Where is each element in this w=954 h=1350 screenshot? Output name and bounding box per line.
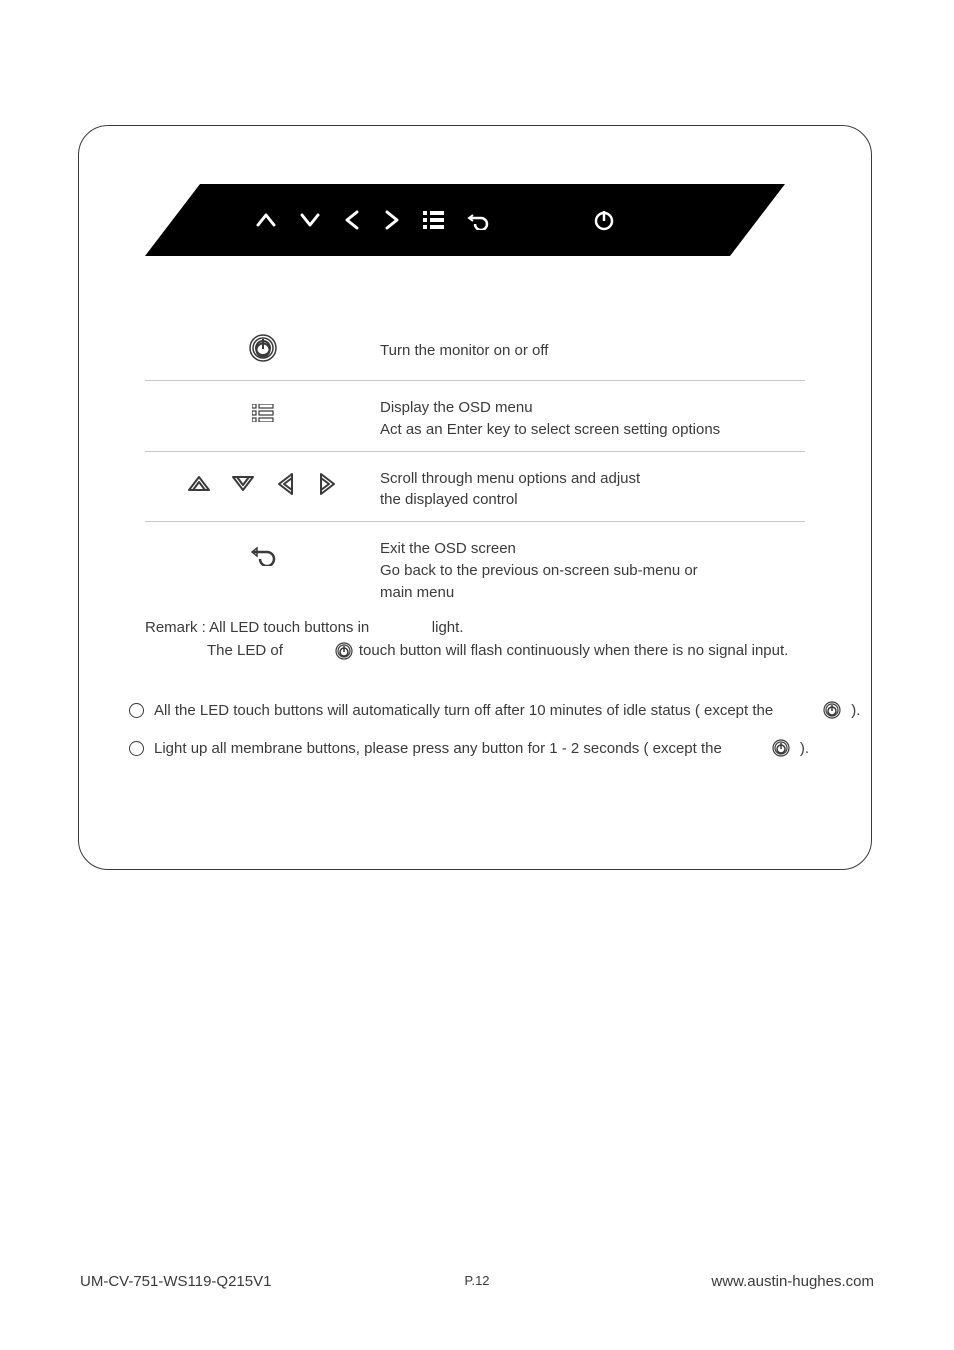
power-small-icon — [823, 701, 841, 719]
doc-id: UM-CV-751-WS119-Q215V1 — [80, 1273, 271, 1290]
power-small-icon — [335, 642, 353, 660]
remark-part: light. — [432, 619, 464, 636]
left-icon — [343, 209, 361, 231]
button-description-table: Turn the monitor on or off Display the O… — [145, 316, 805, 613]
power-icon — [593, 209, 615, 231]
right-outline-icon — [316, 471, 340, 497]
back-icon — [467, 210, 491, 230]
content-frame: Turn the monitor on or off Display the O… — [78, 125, 872, 870]
website-url: www.austin-hughes.com — [711, 1273, 874, 1290]
row-desc: Display the OSD menu Act as an Enter key… — [380, 391, 805, 441]
note-text: Light up all membrane buttons, please pr… — [154, 740, 722, 757]
notes-list: All the LED touch buttons will automatic… — [129, 701, 860, 777]
table-row: Scroll through menu options and adjust t… — [145, 452, 805, 523]
table-row: Turn the monitor on or off — [145, 316, 805, 381]
table-row: Exit the OSD screen Go back to the previ… — [145, 522, 805, 613]
remark-part: touch button will flash continuously whe… — [359, 639, 788, 662]
left-outline-icon — [274, 471, 298, 497]
row-desc: Scroll through menu options and adjust t… — [380, 462, 805, 512]
page-footer: UM-CV-751-WS119-Q215V1 P.12 www.austin-h… — [0, 1273, 954, 1290]
menu-icon — [252, 404, 274, 422]
row-desc: Exit the OSD screen Go back to the previ… — [380, 532, 805, 603]
page-number: P.12 — [464, 1273, 489, 1288]
remark-part: Remark : All LED touch buttons in — [145, 619, 369, 636]
row-desc: Turn the monitor on or off — [380, 326, 805, 362]
remark-text: Remark : All LED touch buttons in light.… — [145, 616, 788, 663]
menu-icon — [423, 211, 445, 229]
power-ring-icon — [249, 334, 277, 362]
note-item: Light up all membrane buttons, please pr… — [129, 739, 860, 757]
note-tail: ). — [851, 702, 860, 719]
down-outline-icon — [230, 472, 256, 496]
back-outline-icon — [249, 542, 277, 566]
bullet-icon — [129, 703, 144, 718]
note-item: All the LED touch buttons will automatic… — [129, 701, 860, 719]
power-small-icon — [772, 739, 790, 757]
up-outline-icon — [186, 472, 212, 496]
bullet-icon — [129, 741, 144, 756]
remark-part: The LED of — [207, 639, 283, 662]
right-icon — [383, 209, 401, 231]
note-text: All the LED touch buttons will automatic… — [154, 702, 773, 719]
down-icon — [299, 211, 321, 229]
up-icon — [255, 211, 277, 229]
note-tail: ). — [800, 740, 809, 757]
button-panel-graphic — [145, 184, 785, 256]
table-row: Display the OSD menu Act as an Enter key… — [145, 381, 805, 452]
